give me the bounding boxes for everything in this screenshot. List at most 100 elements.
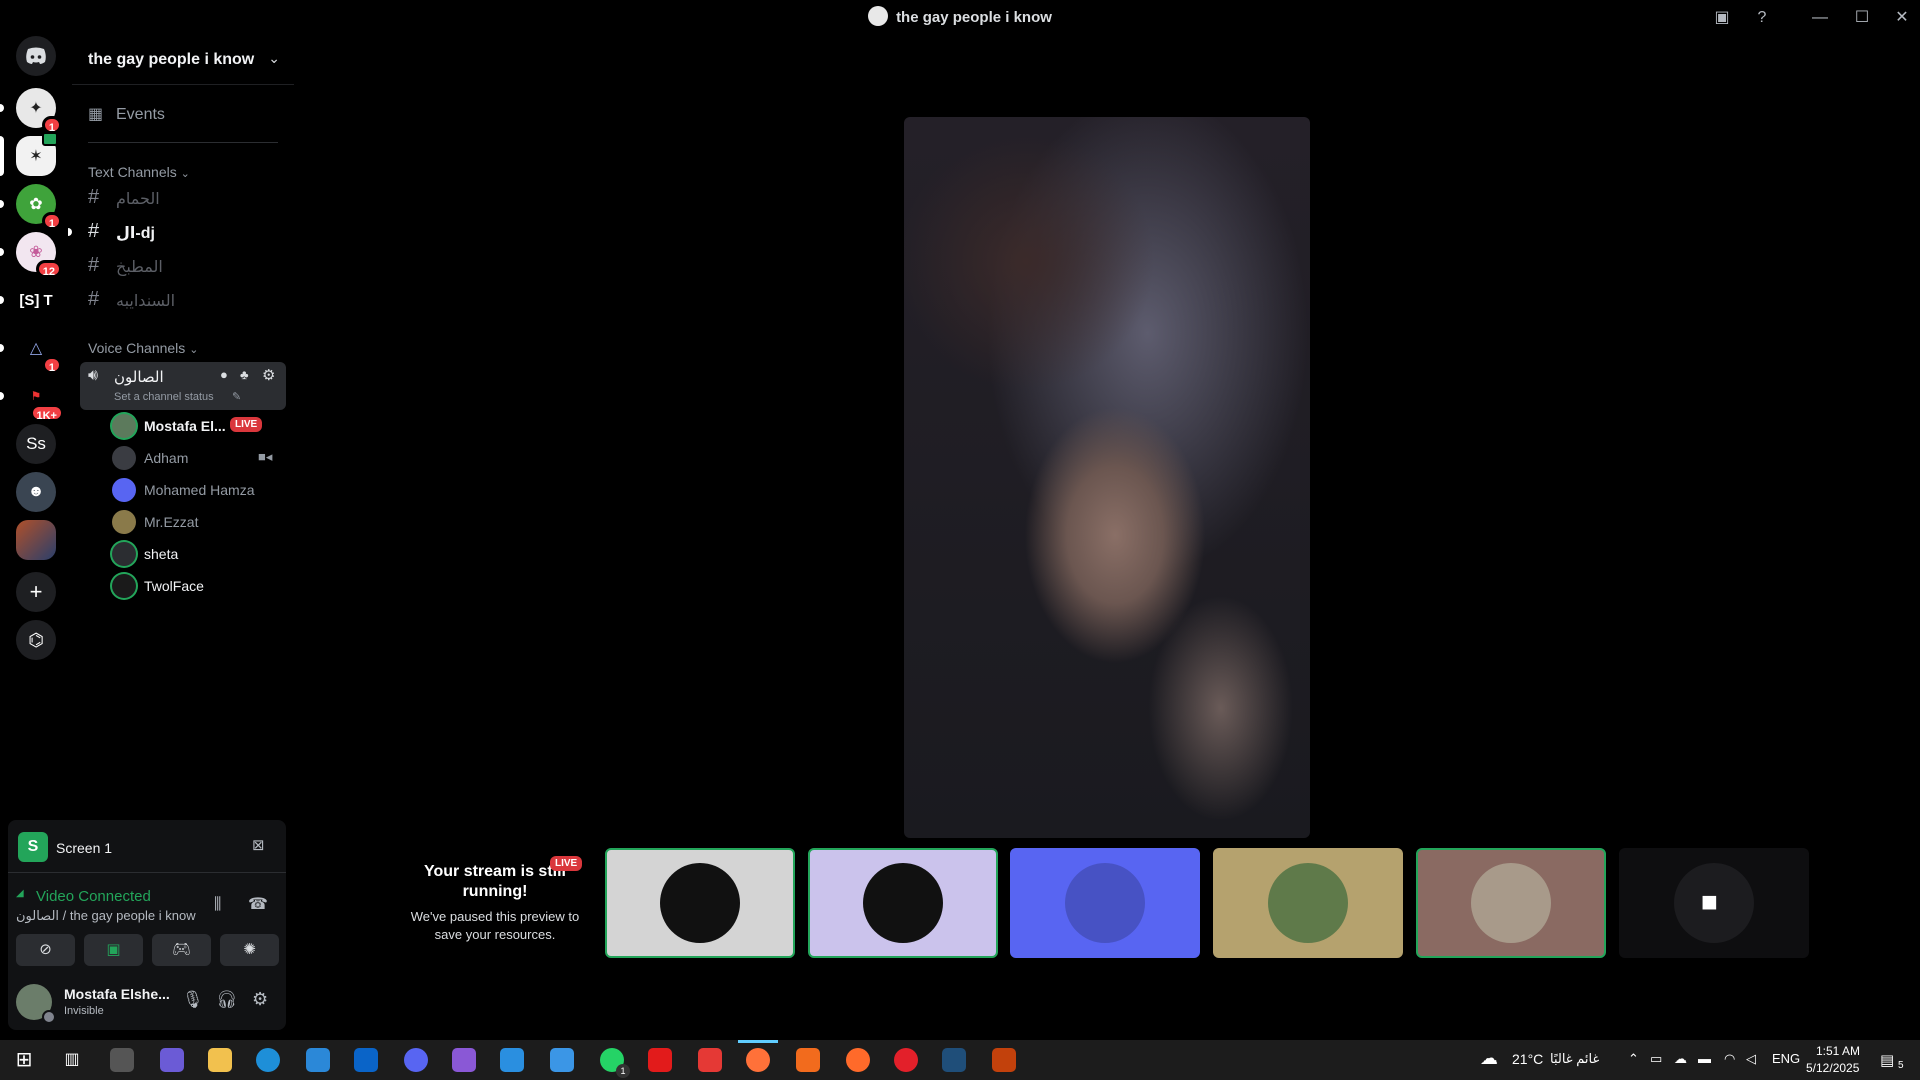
noise-suppression-icon[interactable]: ⫼ (214, 896, 221, 914)
server-item[interactable]: ❀ 12 (0, 232, 62, 278)
connection-status[interactable]: Video Connected (36, 888, 151, 905)
invite-icon[interactable]: ♣ (240, 367, 249, 382)
app-icon[interactable] (796, 1048, 820, 1072)
category-label: Voice Channels (88, 340, 186, 356)
volume-icon[interactable]: ◁ (1746, 1051, 1756, 1067)
file-explorer-icon[interactable] (208, 1048, 232, 1072)
participant-tile[interactable]: ■ (1619, 848, 1809, 958)
server-item[interactable]: ☻ (16, 472, 56, 512)
close-button[interactable]: ✕ (1880, 4, 1920, 32)
app-icon[interactable] (942, 1048, 966, 1072)
minimize-button[interactable]: — (1798, 4, 1842, 32)
notification-center-icon[interactable]: ▤ (1880, 1051, 1894, 1069)
voice-user[interactable]: sheta (112, 540, 292, 568)
hashtag-icon: # (88, 220, 100, 242)
microphone-icon[interactable]: 🎙︎ (182, 990, 204, 1010)
channel-item[interactable]: # المطبخ (80, 250, 286, 282)
events-item[interactable]: ▦ Events (80, 98, 286, 130)
video-feed[interactable] (904, 117, 1310, 838)
discover-button[interactable]: ⌬ (16, 620, 56, 660)
server-item[interactable]: ✿ 1 (0, 184, 62, 230)
channel-status-hint[interactable]: Set a channel status (114, 391, 214, 403)
inbox-icon[interactable]: ▣ (1700, 4, 1744, 32)
participant-tile[interactable] (605, 848, 795, 958)
participant-tile[interactable] (1213, 848, 1403, 958)
channel-item[interactable]: # الحمام (80, 182, 286, 214)
avatar (112, 574, 136, 598)
channel-item-unread[interactable]: # ال-dj (68, 216, 286, 248)
help-icon[interactable]: ? (1740, 4, 1784, 32)
vscode-icon[interactable] (500, 1048, 524, 1072)
youtube-icon[interactable] (648, 1048, 672, 1072)
add-server-button[interactable]: + (16, 572, 56, 612)
maximize-button[interactable]: ☐ (1840, 4, 1884, 32)
participant-tile[interactable] (808, 848, 998, 958)
copilot-icon[interactable] (160, 1048, 184, 1072)
clock-date[interactable]: 5/12/2025 (1806, 1061, 1859, 1075)
voice-channels-category[interactable]: Voice Channels ⌄ (88, 340, 198, 356)
chevron-up-icon[interactable]: ⌃ (1628, 1051, 1639, 1067)
onedrive-icon[interactable]: ☁ (1674, 1051, 1687, 1067)
app-icon[interactable] (698, 1048, 722, 1072)
server-item[interactable]: ⚑ 1K+ (0, 376, 64, 422)
gear-icon[interactable]: ⚙ (262, 366, 275, 384)
weather-icon[interactable]: ☁ (1480, 1048, 1498, 1069)
firefox-icon[interactable] (746, 1048, 770, 1072)
voice-user[interactable]: Mohamed Hamza (112, 476, 292, 504)
participant-tile[interactable] (1010, 848, 1200, 958)
voice-user[interactable]: Adham ■◂ (112, 444, 292, 472)
voice-user[interactable]: Mostafa El... LIVE (112, 412, 292, 440)
server-item-active[interactable]: ✶ (0, 132, 58, 176)
soundboard-button[interactable]: ✺ (220, 934, 279, 966)
language-indicator[interactable]: ENG (1772, 1051, 1800, 1066)
server-label: Ss (16, 424, 56, 464)
app-icon[interactable] (110, 1048, 134, 1072)
wifi-icon[interactable]: ◠ (1724, 1051, 1735, 1067)
edge-icon[interactable] (256, 1048, 280, 1072)
activity-button[interactable]: 🎮︎ (152, 934, 211, 966)
stop-stream-icon[interactable]: ⊠ (252, 836, 265, 854)
weather-temp[interactable]: 21°C (1512, 1051, 1543, 1067)
tray-icon[interactable]: ▭ (1650, 1051, 1662, 1067)
screen-share-icon: S (18, 832, 48, 862)
screen-share-button[interactable]: ▣ (84, 934, 143, 966)
server-item[interactable]: ✦ 1 (0, 88, 62, 134)
server-badge: 1 (41, 356, 62, 374)
visual-studio-icon[interactable] (452, 1048, 476, 1072)
server-item[interactable]: Ss (16, 424, 56, 464)
disconnect-icon[interactable]: ☎ (248, 894, 268, 914)
live-badge: LIVE (550, 856, 583, 871)
voice-user[interactable]: TwolFace (112, 572, 292, 600)
clock-time[interactable]: 1:51 AM (1816, 1044, 1860, 1058)
app-icon[interactable] (992, 1048, 1016, 1072)
server-item[interactable]: [S] T (0, 280, 56, 320)
battery-icon[interactable]: ▬ (1698, 1051, 1711, 1066)
user-settings-gear-icon[interactable]: ⚙ (252, 989, 268, 1010)
discord-icon[interactable] (404, 1048, 428, 1072)
text-channels-category[interactable]: Text Channels ⌄ (88, 164, 190, 180)
server-item[interactable] (16, 520, 56, 560)
outlook-icon[interactable] (354, 1048, 378, 1072)
task-view-icon[interactable]: ▥ (60, 1048, 84, 1072)
connection-location[interactable]: الصالون / the gay people i know (16, 908, 196, 924)
screen-share-label: Screen 1 (56, 840, 113, 856)
discord-home-button[interactable] (16, 36, 56, 76)
server-item[interactable]: △ 1 (0, 328, 62, 374)
camera-toggle-button[interactable]: ⊘ (16, 934, 75, 966)
voice-channel-item[interactable]: 🔊︎ الصالون ● ♣ ⚙ Set a channel status ✎ (80, 362, 286, 410)
weather-text[interactable]: غائم غالبًا (1550, 1051, 1599, 1067)
app-icon[interactable] (894, 1048, 918, 1072)
chat-bubble-icon[interactable]: ● (220, 367, 228, 382)
channel-item[interactable]: # السندايبه (80, 284, 286, 316)
participant-tile[interactable] (1416, 848, 1606, 958)
guild-header[interactable]: the gay people i know ⌄ (72, 36, 294, 85)
user-name[interactable]: Mostafa Elshe... (64, 986, 170, 1002)
store-icon[interactable] (306, 1048, 330, 1072)
app-icon[interactable] (846, 1048, 870, 1072)
windows-start-icon[interactable]: ⊞ (12, 1048, 36, 1072)
voice-user[interactable]: Mr.Ezzat (112, 508, 292, 536)
headphones-icon[interactable]: 🎧︎ (216, 990, 238, 1010)
avatar (1268, 863, 1348, 943)
channel-sidebar: the gay people i know ⌄ ▦ Events Text Ch… (68, 36, 295, 820)
app-icon[interactable] (550, 1048, 574, 1072)
